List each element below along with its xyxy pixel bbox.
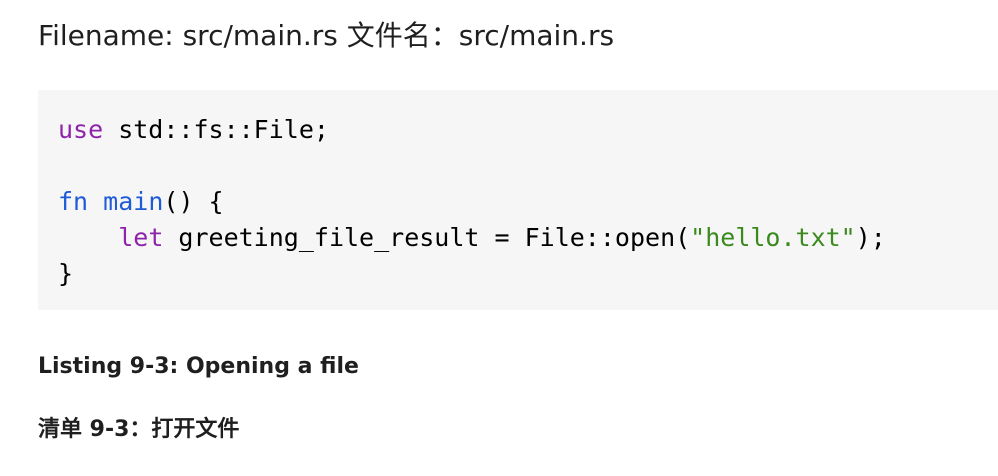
code-text: () { (163, 187, 224, 216)
code-block: use std::fs::File; fn main() { let greet… (38, 90, 998, 310)
filename-label: Filename: src/main.rs 文件名：src/main.rs (38, 19, 615, 52)
function-name: main (103, 187, 164, 216)
keyword-use: use (58, 115, 104, 144)
code-line-1: use std::fs::File; (58, 115, 329, 144)
keyword-let: let (118, 223, 164, 252)
listing-caption-english: Listing 9-3: Opening a file (38, 354, 359, 379)
string-literal: "hello.txt" (690, 223, 856, 252)
code-line-3: fn main() { (58, 187, 224, 216)
code-line-4: let greeting_file_result = File::open("h… (58, 223, 886, 252)
code-text: ); (855, 223, 886, 252)
keyword-fn: fn (58, 187, 89, 216)
code-line-5: } (58, 259, 74, 288)
code-text: greeting_file_result = File::open( (163, 223, 691, 252)
code-content: use std::fs::File; fn main() { let greet… (58, 112, 886, 292)
code-text: std::fs::File; (103, 115, 329, 144)
listing-caption-chinese: 清单 9-3：打开文件 (38, 417, 240, 442)
